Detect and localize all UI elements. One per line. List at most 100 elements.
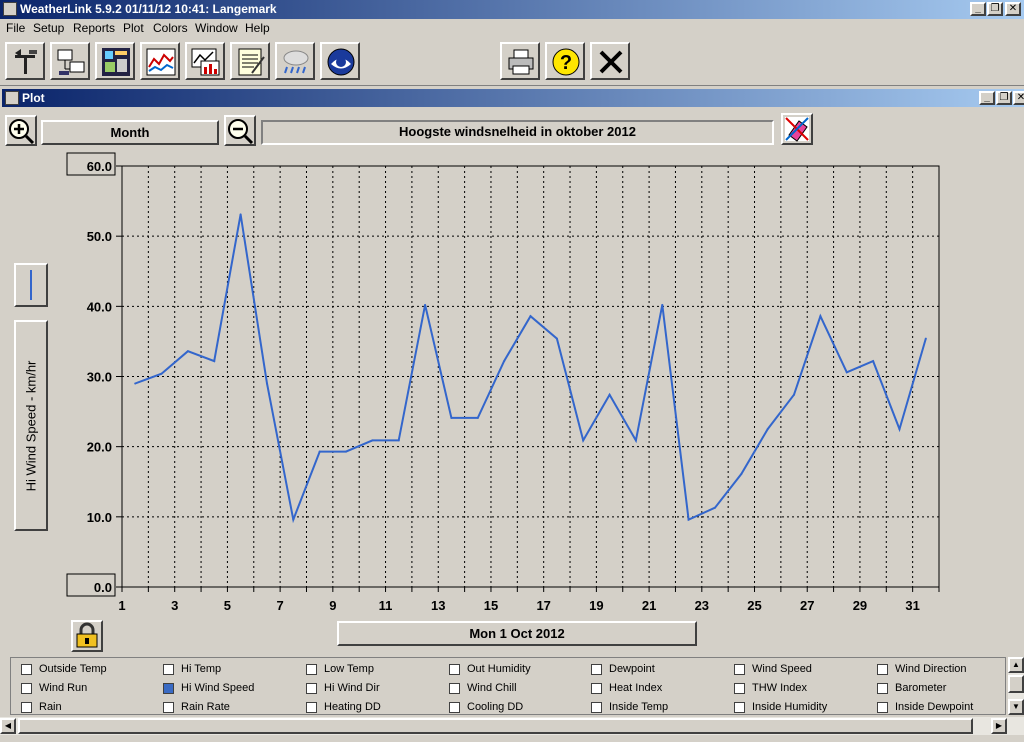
checkbox-hi-temp[interactable] [163, 664, 174, 675]
exit-button[interactable] [590, 42, 630, 80]
checkbox-low-temp[interactable] [306, 664, 317, 675]
series-option-label: Heating DD [324, 701, 381, 713]
checkbox-thw-index[interactable] [734, 683, 745, 694]
app-icon[interactable] [3, 2, 17, 16]
strip-chart-icon [146, 48, 176, 76]
minimize-button[interactable]: _ [970, 2, 986, 16]
chart-title-field[interactable]: Hoogste windsnelheid in oktober 2012 [261, 120, 774, 145]
zoom-out-icon [228, 119, 254, 145]
checkbox-heat-index[interactable] [591, 683, 602, 694]
x-tick-label: 5 [224, 598, 231, 613]
lock-button[interactable] [71, 620, 103, 652]
x-tick-label: 11 [379, 598, 393, 613]
plot-minimize-button[interactable]: _ [979, 91, 995, 105]
menu-setup[interactable]: Setup [33, 21, 64, 35]
series-option-label: Wind Chill [467, 682, 517, 694]
noaa-button[interactable] [320, 42, 360, 80]
checkbox-wind-direction[interactable] [877, 664, 888, 675]
notes-button[interactable] [230, 42, 270, 80]
data-point [345, 450, 348, 453]
checkbox-rain[interactable] [21, 702, 32, 713]
checkbox-out-humidity[interactable] [449, 664, 460, 675]
data-point [793, 393, 796, 396]
checkbox-inside-temp[interactable] [591, 702, 602, 713]
data-point [555, 337, 558, 340]
vertical-scroll-thumb[interactable] [1008, 675, 1024, 693]
checkbox-wind-run[interactable] [21, 683, 32, 694]
checkbox-hi-wind-speed[interactable] [163, 683, 174, 694]
bulletin-button[interactable] [95, 42, 135, 80]
menu-window[interactable]: Window [195, 21, 238, 35]
checkbox-rain-rate[interactable] [163, 702, 174, 713]
series-option-label: Inside Dewpoint [895, 701, 974, 713]
checkbox-barometer[interactable] [877, 683, 888, 694]
menu-reports[interactable]: Reports [73, 21, 115, 35]
horizontal-scrollbar[interactable]: ◀ ▶ [0, 717, 1024, 735]
data-point [687, 518, 690, 521]
print-button[interactable] [500, 42, 540, 80]
data-point [924, 337, 927, 340]
data-point [292, 518, 295, 521]
series-option-label: Heat Index [609, 682, 663, 694]
date-button[interactable]: Mon 1 Oct 2012 [337, 621, 697, 646]
plot-close-button[interactable]: ✕ [1013, 91, 1024, 105]
eraser-icon [785, 117, 809, 142]
strip-chart-button[interactable] [140, 42, 180, 80]
y-tick-label: 50.0 [87, 229, 112, 244]
checkbox-heating-dd[interactable] [306, 702, 317, 713]
checkbox-wind-chill[interactable] [449, 683, 460, 694]
zoom-in-button[interactable] [5, 115, 37, 146]
y-axis-label-button[interactable]: Hi Wind Speed - km/hr [14, 320, 48, 531]
period-button[interactable]: Month [41, 120, 219, 145]
menu-help[interactable]: Help [245, 21, 270, 35]
vertical-scrollbar[interactable]: ▲ ▼ [1008, 657, 1024, 715]
series-option-label: Hi Wind Dir [324, 682, 380, 694]
checkbox-inside-dewpoint[interactable] [877, 702, 888, 713]
scroll-left-icon[interactable]: ◀ [0, 718, 16, 734]
plot-window-title: Plot [22, 91, 45, 105]
wind-speed-chart: 60.050.040.030.020.010.00.0 1 3 5 7 9 11 13 15 1… [66, 152, 940, 613]
plot-button[interactable] [185, 42, 225, 80]
series-option-label: Hi Wind Speed [181, 682, 255, 694]
y-tick-label: 30.0 [87, 370, 112, 385]
menu-file[interactable]: File [6, 21, 25, 35]
scroll-right-icon[interactable]: ▶ [991, 718, 1007, 734]
weather-button[interactable] [275, 42, 315, 80]
close-button[interactable]: ✕ [1005, 2, 1021, 16]
download-icon [57, 49, 85, 75]
plot-window-icon[interactable] [5, 91, 19, 105]
x-tick-label: 23 [695, 598, 709, 613]
series-style-button[interactable] [14, 263, 48, 307]
checkbox-hi-wind-dir[interactable] [306, 683, 317, 694]
menu-colors[interactable]: Colors [153, 21, 188, 35]
horizontal-scroll-thumb[interactable] [18, 718, 973, 734]
clear-plot-button[interactable] [781, 113, 813, 145]
menu-plot[interactable]: Plot [123, 21, 144, 35]
help-button[interactable]: ? [545, 42, 585, 80]
data-point [134, 382, 137, 385]
weather-icon [283, 50, 309, 74]
data-point [476, 416, 479, 419]
data-point [318, 450, 321, 453]
series-option-label: Wind Direction [895, 663, 967, 675]
y-tick-label: 40.0 [87, 299, 112, 314]
y-tick-label: 20.0 [87, 440, 112, 455]
station-button[interactable] [5, 42, 45, 80]
checkbox-outside-temp[interactable] [21, 664, 32, 675]
checkbox-inside-humidity[interactable] [734, 702, 745, 713]
download-button[interactable] [50, 42, 90, 80]
zoom-out-button[interactable] [224, 115, 256, 146]
checkbox-cooling-dd[interactable] [449, 702, 460, 713]
series-option-label: Rain Rate [181, 701, 230, 713]
scroll-down-icon[interactable]: ▼ [1008, 699, 1024, 715]
exit-icon [599, 50, 623, 74]
app-title-bar: WeatherLink 5.9.2 01/11/12 10:41: Langem… [0, 0, 1024, 19]
station-icon [15, 49, 37, 74]
checkbox-wind-speed[interactable] [734, 664, 745, 675]
restore-button[interactable]: ❐ [987, 2, 1003, 16]
plot-restore-button[interactable]: ❐ [996, 91, 1012, 105]
scroll-up-icon[interactable]: ▲ [1008, 657, 1024, 673]
x-tick-label: 9 [329, 598, 336, 613]
checkbox-dewpoint[interactable] [591, 664, 602, 675]
menu-bar: File Setup Reports Plot Colors Window He… [0, 19, 1024, 38]
